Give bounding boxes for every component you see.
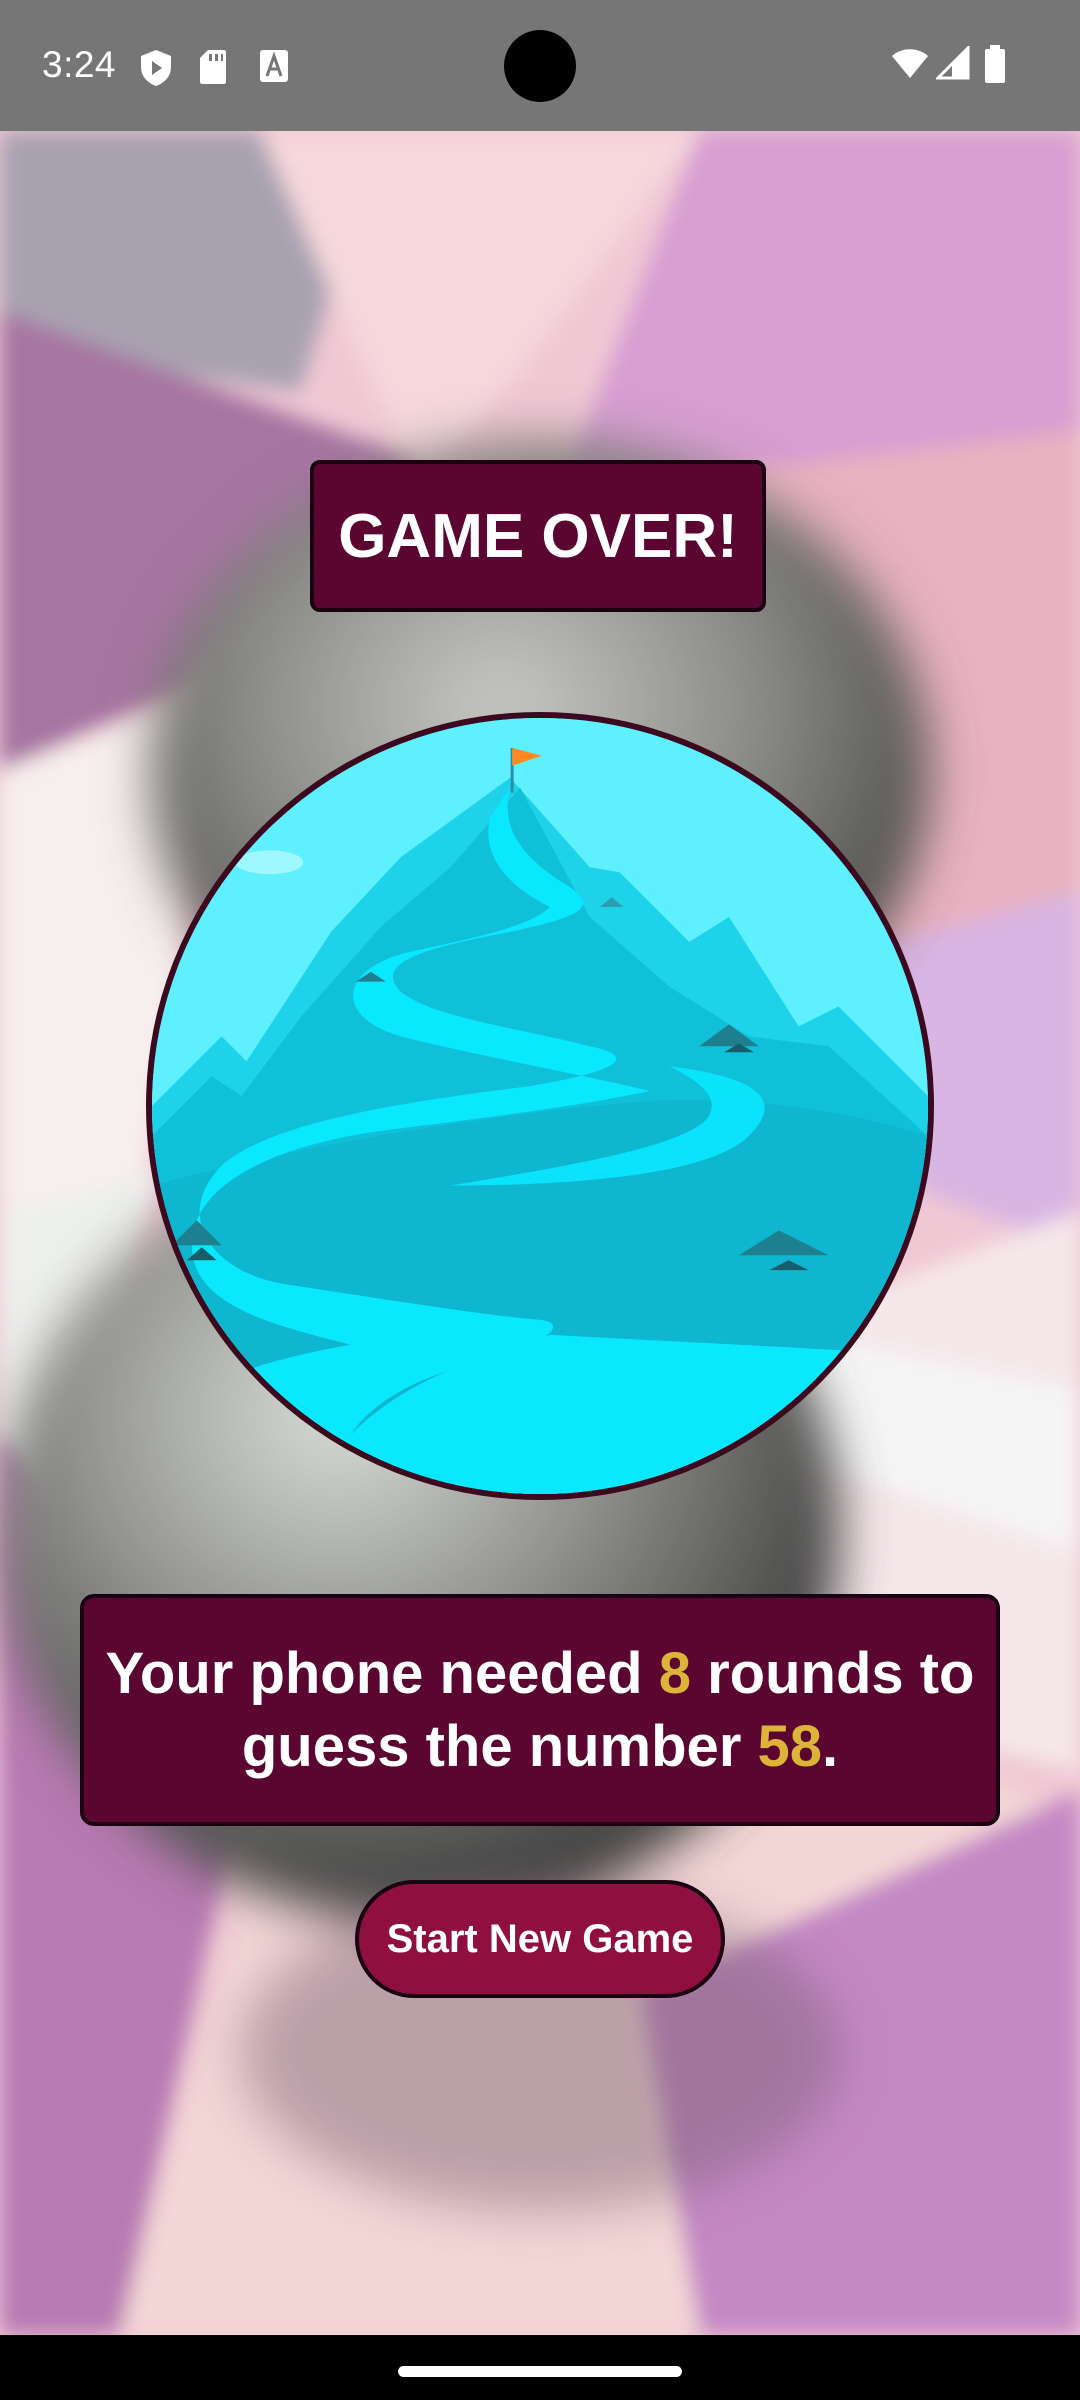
- user-number: 58: [757, 1714, 823, 1779]
- success-image: [146, 712, 934, 1500]
- wifi-icon: [890, 46, 930, 85]
- status-time: 3:24: [42, 44, 117, 85]
- signal-icon: [934, 44, 970, 85]
- title-container: GAME OVER!: [310, 460, 766, 612]
- home-gesture-handle[interactable]: [398, 2366, 682, 2377]
- game-over-screen: 3:24 GAME OVER! Your phone needed 8 roun…: [0, 0, 1080, 2400]
- game-over-title: GAME OVER!: [338, 501, 738, 571]
- summary-suffix: .: [822, 1714, 839, 1779]
- start-new-game-button[interactable]: Start New Game: [355, 1880, 725, 1998]
- shield-icon: [138, 48, 174, 93]
- font-a-icon: [258, 48, 290, 89]
- summary-container: Your phone needed 8 rounds to guess the …: [80, 1594, 1000, 1826]
- battery-icon: [984, 44, 1006, 89]
- navigation-bar: [0, 2335, 1080, 2400]
- camera-cutout: [504, 30, 576, 102]
- sd-card-icon: [198, 48, 228, 91]
- rounds-count: 8: [658, 1641, 691, 1706]
- summary-text: Your phone needed 8 rounds to guess the …: [84, 1637, 996, 1783]
- summary-prefix: Your phone needed: [105, 1641, 659, 1706]
- status-bar: 3:24: [0, 0, 1080, 131]
